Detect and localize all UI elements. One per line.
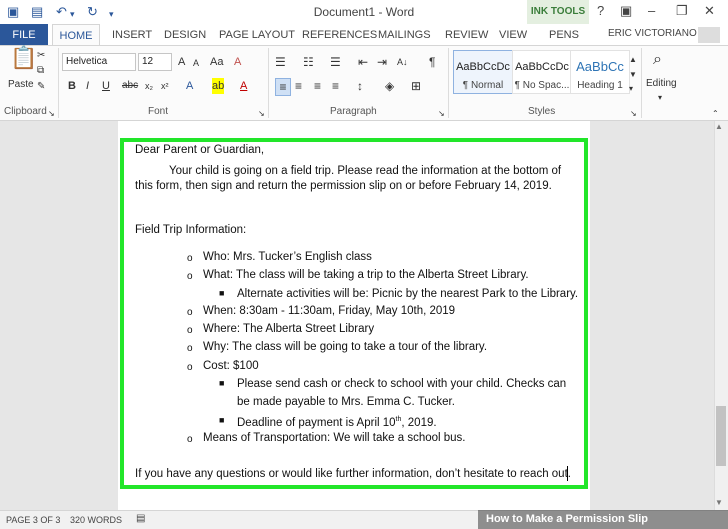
document-title: Document1 - Word (313, 5, 415, 19)
superscript-icon[interactable]: x² (161, 78, 169, 94)
tab-review[interactable]: REVIEW (445, 24, 488, 46)
bold-button[interactable]: B (68, 78, 76, 94)
font-launcher-icon[interactable]: ↘ (258, 106, 265, 122)
scroll-up-icon[interactable]: ▲ (715, 122, 723, 131)
copy-icon[interactable]: ⧉ (37, 63, 44, 79)
line-spacing-icon[interactable]: ↕ (357, 78, 363, 94)
change-case-icon[interactable]: Aa (210, 54, 223, 70)
text-effects-icon[interactable]: A (186, 78, 193, 94)
user-avatar[interactable] (698, 27, 720, 43)
tab-home[interactable]: HOME (52, 24, 100, 46)
font-size-dropdown[interactable]: 12 (138, 53, 172, 71)
editing-dropdown-icon[interactable]: ▾ (658, 90, 662, 106)
tab-view[interactable]: VIEW (499, 24, 527, 46)
watermark-caption: How to Make a Permission Slip (478, 510, 728, 529)
paragraph-group-label: Paragraph (330, 106, 377, 117)
highlight-box (120, 138, 588, 489)
minimize-button[interactable]: – (648, 3, 655, 18)
ribbon-display-icon[interactable]: ▣ (620, 3, 632, 19)
styles-more-icon[interactable]: ▾ (629, 81, 633, 97)
help-button[interactable]: ? (597, 3, 604, 18)
font-color-icon[interactable]: A (240, 78, 247, 94)
restore-button[interactable]: ❐ (676, 3, 688, 19)
clear-formatting-icon[interactable]: A (234, 54, 241, 70)
clipboard-launcher-icon[interactable]: ↘ (48, 106, 55, 122)
highlight-color-icon[interactable]: ab (212, 78, 225, 94)
align-left-icon[interactable]: ≡ (275, 78, 291, 96)
style-heading-1[interactable]: AaBbCc Heading 1 (570, 50, 630, 94)
shrink-font-icon[interactable]: A (193, 55, 199, 71)
format-painter-icon[interactable]: ✎ (37, 79, 45, 95)
tab-mailings[interactable]: MAILINGS (378, 24, 431, 46)
increase-indent-icon[interactable]: ⇥ (377, 54, 387, 70)
multilevel-list-icon[interactable]: ☰ (330, 54, 341, 70)
separator (58, 48, 59, 118)
styles-group-label: Styles (528, 106, 556, 117)
tab-file[interactable]: FILE (0, 24, 48, 46)
align-center-icon[interactable]: ≡ (295, 78, 302, 94)
justify-icon[interactable]: ≡ (332, 78, 339, 94)
shading-icon[interactable]: ◈ (385, 78, 394, 94)
decrease-indent-icon[interactable]: ⇤ (358, 54, 368, 70)
tab-page-layout[interactable]: PAGE LAYOUT (219, 24, 295, 46)
style-normal[interactable]: AaBbCcDc ¶ Normal (453, 50, 513, 94)
borders-icon[interactable]: ⊞ (411, 78, 421, 94)
word-count[interactable]: 320 WORDS (70, 515, 122, 525)
tab-insert[interactable]: INSERT (112, 24, 152, 46)
bullets-icon[interactable]: ☰ (275, 54, 286, 70)
style-no-spacing[interactable]: AaBbCcDc ¶ No Spac... (512, 50, 572, 94)
style-sample: AaBbCcDc (456, 61, 510, 73)
italic-button[interactable]: I (86, 78, 89, 94)
font-name-dropdown[interactable]: Helvetica (62, 53, 136, 71)
find-icon[interactable]: ⌕ (653, 52, 662, 68)
sort-icon[interactable]: A↓ (397, 54, 408, 70)
tab-references[interactable]: REFERENCES (302, 24, 377, 46)
collapse-ribbon-icon[interactable]: ⌃ (712, 106, 719, 122)
style-sample: AaBbCcDc (515, 61, 569, 73)
separator (641, 48, 642, 118)
paste-icon[interactable]: 📋 (10, 47, 37, 76)
style-name: ¶ Normal (462, 80, 504, 91)
paste-button[interactable]: Paste (8, 77, 34, 93)
style-name: ¶ No Spac... (514, 80, 570, 91)
proofing-icon[interactable]: ▤ (136, 513, 145, 524)
scroll-thumb[interactable] (716, 406, 726, 466)
numbering-icon[interactable]: ☷ (303, 54, 314, 70)
word-window: ▣ ▤ ↶ ▾ ↻ ▾ Document1 - Word INK TOOLS ?… (0, 0, 728, 529)
strikethrough-icon[interactable]: abc (122, 78, 138, 94)
close-button[interactable]: ✕ (704, 3, 715, 19)
cut-icon[interactable]: ✂ (37, 48, 45, 64)
underline-button[interactable]: U (102, 78, 110, 94)
style-name: Heading 1 (577, 80, 623, 91)
grow-font-icon[interactable]: A (178, 54, 185, 70)
page-count[interactable]: PAGE 3 OF 3 (6, 515, 60, 525)
paragraph-launcher-icon[interactable]: ↘ (438, 106, 445, 122)
ink-tools-label: INK TOOLS (530, 6, 586, 17)
font-group-label: Font (148, 106, 169, 117)
clipboard-group-label: Clipboard (4, 106, 47, 117)
style-sample: AaBbCc (576, 59, 624, 74)
align-right-icon[interactable]: ≡ (314, 78, 321, 94)
styles-scroll-up-icon[interactable]: ▲ (629, 52, 637, 68)
separator (268, 48, 269, 118)
styles-launcher-icon[interactable]: ↘ (630, 106, 637, 122)
tab-pens[interactable]: PENS (549, 24, 579, 46)
user-name[interactable]: ERIC VICTORIANO (608, 28, 697, 39)
subscript-icon[interactable]: x₂ (145, 78, 153, 94)
tab-design[interactable]: DESIGN (164, 24, 206, 46)
show-marks-icon[interactable]: ¶ (429, 54, 435, 70)
scroll-down-icon[interactable]: ▼ (715, 498, 723, 507)
separator (448, 48, 449, 118)
